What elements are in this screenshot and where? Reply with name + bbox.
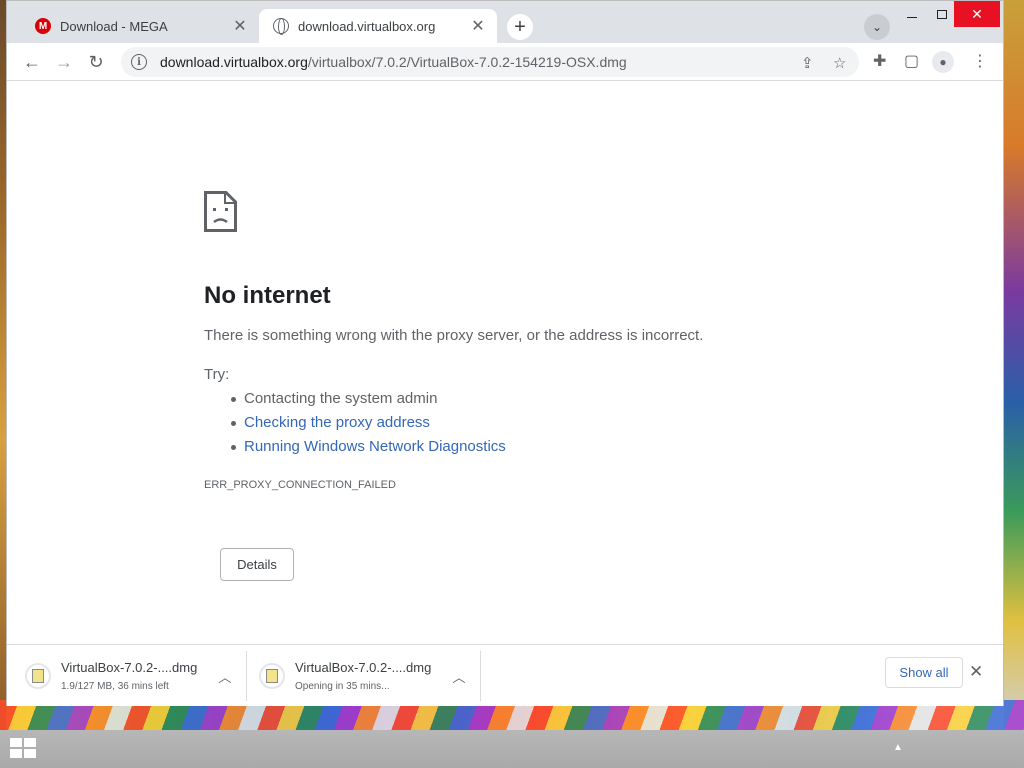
chevron-up-icon[interactable]: ︿ bbox=[214, 667, 236, 686]
profile-avatar[interactable]: ● bbox=[932, 51, 954, 73]
wallpaper-right-edge bbox=[1004, 0, 1024, 730]
forward-button[interactable]: → bbox=[51, 49, 77, 75]
browser-window: M Download - MEGA ✕ download.virtualbox.… bbox=[6, 0, 1004, 706]
try-label: Try: bbox=[204, 366, 230, 383]
bookmark-star-icon[interactable]: ☆ bbox=[833, 54, 846, 72]
suggestion-network-diagnostics-link[interactable]: Running Windows Network Diagnostics bbox=[231, 437, 506, 461]
suggestion-list: Contacting the system admin Checking the… bbox=[231, 389, 506, 461]
tab-strip: M Download - MEGA ✕ download.virtualbox.… bbox=[7, 1, 1003, 43]
reload-button[interactable]: ↻ bbox=[83, 49, 109, 75]
sad-page-icon bbox=[204, 191, 237, 232]
download-item[interactable]: VirtualBox-7.0.2-....dmg 1.9/127 MB, 36 … bbox=[21, 651, 247, 701]
tab-title: download.virtualbox.org bbox=[298, 18, 436, 34]
close-icon[interactable]: ✕ bbox=[969, 662, 983, 682]
toolbar: ← → ↻ i download.virtualbox.org/virtualb… bbox=[7, 43, 1003, 81]
suggestion-contact-admin: Contacting the system admin bbox=[231, 389, 506, 413]
extensions-icon[interactable]: ✚ bbox=[873, 51, 886, 71]
error-description: There is something wrong with the proxy … bbox=[204, 327, 704, 344]
tab-search-button[interactable]: ⌄ bbox=[864, 14, 890, 40]
globe-icon bbox=[273, 18, 289, 35]
taskbar: ▲ bbox=[0, 730, 1024, 768]
error-page: No internet There is something wrong wit… bbox=[7, 81, 1003, 644]
download-filename: VirtualBox-7.0.2-....dmg bbox=[295, 660, 432, 675]
address-bar[interactable]: i download.virtualbox.org/virtualbox/7.0… bbox=[121, 47, 859, 77]
download-filename: VirtualBox-7.0.2-....dmg bbox=[61, 660, 198, 675]
back-button[interactable]: ← bbox=[19, 49, 45, 75]
share-icon[interactable]: ⇪ bbox=[801, 54, 814, 72]
window-close-button[interactable]: ✕ bbox=[954, 1, 1000, 27]
tab-mega[interactable]: M Download - MEGA ✕ bbox=[21, 9, 259, 43]
error-title: No internet bbox=[204, 282, 331, 309]
close-icon[interactable]: ✕ bbox=[231, 16, 249, 36]
tab-title: Download - MEGA bbox=[60, 18, 168, 34]
download-status: Opening in 35 mins... bbox=[295, 681, 390, 692]
suggestion-check-proxy-link[interactable]: Checking the proxy address bbox=[231, 413, 506, 437]
close-icon[interactable]: ✕ bbox=[469, 16, 487, 36]
menu-kebab-icon[interactable]: ⋮ bbox=[972, 51, 988, 71]
download-status: 1.9/127 MB, 36 mins left bbox=[61, 681, 169, 692]
download-file-icon bbox=[25, 663, 51, 689]
url-path: /virtualbox/7.0.2/VirtualBox-7.0.2-15421… bbox=[307, 54, 627, 70]
minimize-button[interactable] bbox=[897, 1, 927, 27]
windows-start-icon[interactable] bbox=[10, 738, 38, 760]
download-shelf: VirtualBox-7.0.2-....dmg 1.9/127 MB, 36 … bbox=[7, 644, 1003, 706]
url-host: download.virtualbox.org bbox=[160, 54, 308, 70]
info-icon[interactable]: i bbox=[131, 54, 147, 70]
new-tab-button[interactable]: + bbox=[507, 14, 533, 40]
error-code: ERR_PROXY_CONNECTION_FAILED bbox=[204, 479, 396, 491]
mega-icon: M bbox=[35, 18, 51, 34]
chevron-up-icon[interactable]: ︿ bbox=[448, 667, 470, 686]
download-file-icon bbox=[259, 663, 285, 689]
maximize-button[interactable] bbox=[927, 1, 957, 27]
tray-chevron-up-icon[interactable]: ▲ bbox=[893, 742, 903, 753]
tab-virtualbox[interactable]: download.virtualbox.org ✕ bbox=[259, 9, 497, 43]
show-all-button[interactable]: Show all bbox=[885, 657, 963, 688]
download-item[interactable]: VirtualBox-7.0.2-....dmg Opening in 35 m… bbox=[255, 651, 481, 701]
side-panel-icon[interactable]: ▢ bbox=[904, 51, 919, 71]
details-button[interactable]: Details bbox=[220, 548, 294, 581]
